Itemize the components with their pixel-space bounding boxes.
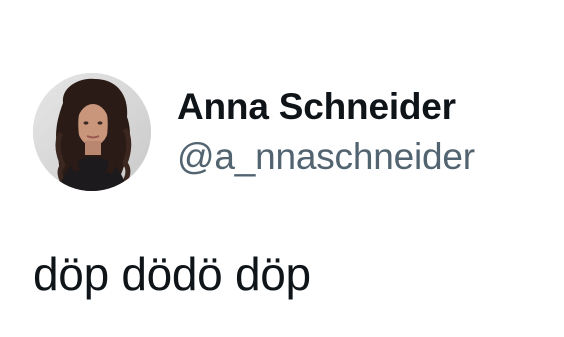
avatar-photo-icon	[33, 73, 151, 191]
author-identity: Anna Schneider @a_nnaschneider	[177, 84, 475, 180]
tweet-card: Anna Schneider @a_nnaschneider döp dödö …	[0, 0, 564, 337]
author-display-name[interactable]: Anna Schneider	[177, 84, 475, 130]
tweet-header: Anna Schneider @a_nnaschneider	[33, 72, 475, 192]
author-avatar[interactable]	[33, 73, 151, 191]
tweet-text: döp dödö döp	[33, 248, 311, 300]
author-handle[interactable]: @a_nnaschneider	[177, 134, 475, 180]
